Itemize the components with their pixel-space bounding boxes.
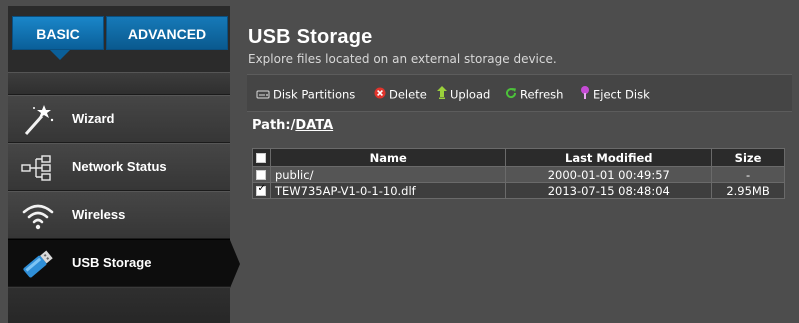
sidebar-item-wireless[interactable]: Wireless <box>8 191 230 239</box>
disk-partitions-label: Disk Partitions <box>273 87 356 102</box>
file-modified: 2000-01-01 00:49:57 <box>505 166 713 183</box>
path-folder-link[interactable]: DATA <box>295 118 333 133</box>
tab-caret <box>50 50 70 60</box>
sidebar-nav: BASIC ADVANCED Wizard Network Status Wir… <box>8 6 240 323</box>
row-checkbox[interactable] <box>256 183 267 196</box>
sidebar-item-label: Network Status <box>72 159 167 174</box>
file-size: 2.95MB <box>711 182 785 199</box>
sidebar-item-label: Wizard <box>72 111 115 126</box>
file-toolbar: Disk Partitions Delete Upload Refresh Ej… <box>247 74 792 112</box>
sidebar-item-usb-storage[interactable]: USB Storage <box>8 239 240 288</box>
table-header-row: Name Last Modified Size <box>252 148 785 167</box>
network-tree-icon <box>20 152 56 184</box>
path-label: Path:/ <box>252 118 296 133</box>
tab-advanced[interactable]: ADVANCED <box>106 16 228 50</box>
sidebar-item-wizard[interactable]: Wizard <box>8 95 230 143</box>
sidebar-item-label: Wireless <box>72 207 126 222</box>
menu-tail <box>8 287 230 323</box>
file-name[interactable]: TEW735AP-V1-0-1-10.dlf <box>269 182 507 199</box>
select-all-cell <box>252 148 271 167</box>
mode-tabs: BASIC ADVANCED <box>8 6 230 64</box>
page-title: USB Storage <box>248 26 373 48</box>
refresh-label: Refresh <box>520 87 564 102</box>
page-subtitle: Explore files located on an external sto… <box>248 52 557 66</box>
disk-icon <box>256 87 270 103</box>
column-header-name[interactable]: Name <box>269 148 507 167</box>
sidebar-item-network-status[interactable]: Network Status <box>8 143 230 191</box>
delete-icon <box>374 87 386 103</box>
wifi-icon <box>20 200 56 232</box>
file-table: Name Last Modified Size public/ 2000-01-… <box>252 148 785 199</box>
delete-button[interactable]: Delete <box>374 86 427 102</box>
disk-partitions-button[interactable]: Disk Partitions <box>256 86 355 102</box>
column-header-last-modified[interactable]: Last Modified <box>505 148 713 167</box>
select-all-checkbox[interactable] <box>256 153 267 163</box>
file-modified: 2013-07-15 08:48:04 <box>505 182 713 199</box>
menu-spacer <box>8 72 230 95</box>
file-size: - <box>711 166 785 183</box>
eject-icon <box>580 86 590 103</box>
usb-icon <box>20 248 56 280</box>
column-header-size[interactable]: Size <box>711 148 785 167</box>
sidebar-item-label: USB Storage <box>72 255 152 270</box>
table-row[interactable]: public/ 2000-01-01 00:49:57 - <box>252 166 785 183</box>
file-name[interactable]: public/ <box>269 166 507 183</box>
upload-icon <box>437 86 447 103</box>
breadcrumb: Path:/DATA <box>252 118 333 133</box>
row-checkbox[interactable] <box>256 170 267 180</box>
row-checkbox-cell <box>252 182 271 199</box>
refresh-icon <box>505 87 517 103</box>
tab-basic[interactable]: BASIC <box>12 16 104 50</box>
upload-label: Upload <box>450 87 491 102</box>
sidebar-menu: Wizard Network Status Wireless USB Stora… <box>8 72 240 323</box>
delete-label: Delete <box>389 87 427 102</box>
eject-disk-label: Eject Disk <box>593 87 650 102</box>
table-row[interactable]: TEW735AP-V1-0-1-10.dlf 2013-07-15 08:48:… <box>252 182 785 199</box>
main-content: USB Storage Explore files located on an … <box>240 0 799 323</box>
eject-disk-button[interactable]: Eject Disk <box>580 86 650 102</box>
wand-icon <box>20 104 56 136</box>
refresh-button[interactable]: Refresh <box>505 86 563 102</box>
upload-button[interactable]: Upload <box>437 86 490 102</box>
row-checkbox-cell <box>252 166 271 183</box>
